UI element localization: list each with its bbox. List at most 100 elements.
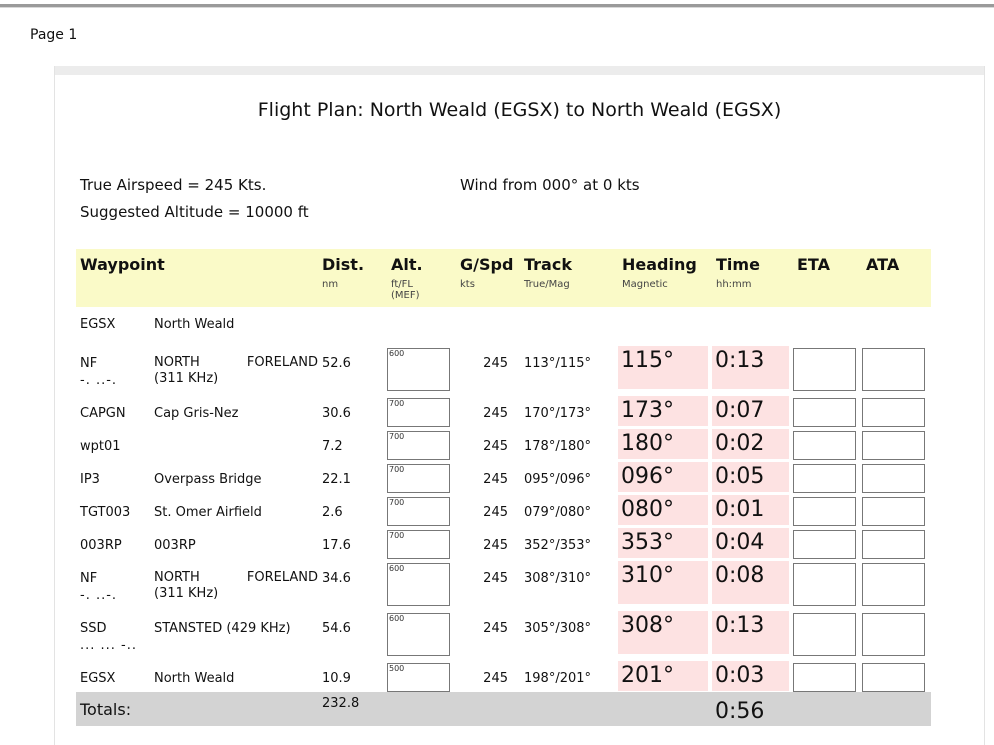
leg-distance: 2.6 <box>322 505 343 520</box>
ata-input[interactable] <box>862 663 925 692</box>
header-track-unit: True/Mag <box>524 279 570 290</box>
table-row: 003RP 003RP 17.6 700 245 352°/353° 353° … <box>76 528 931 561</box>
time-cell: 0:03 <box>712 661 789 691</box>
leg-distance: 10.9 <box>322 671 351 686</box>
ground-speed: 245 <box>483 439 508 454</box>
ata-input[interactable] <box>862 431 925 460</box>
ata-input[interactable] <box>862 464 925 493</box>
eta-input[interactable] <box>793 613 856 656</box>
mef-value: 600 <box>389 349 405 358</box>
header-track: Track <box>524 255 572 274</box>
eta-input[interactable] <box>793 431 856 460</box>
altitude-input[interactable]: 700 <box>387 497 450 526</box>
leg-distance: 17.6 <box>322 538 351 553</box>
waypoint-id: 003RP <box>80 538 122 553</box>
time-value: 0:02 <box>715 431 765 456</box>
start-row: EGSX North Weald <box>76 307 931 346</box>
heading-cell: 096° <box>618 462 708 492</box>
heading-value: 201° <box>621 663 674 688</box>
time-cell: 0:08 <box>712 561 789 604</box>
ground-speed: 245 <box>483 621 508 636</box>
time-value: 0:03 <box>715 663 765 688</box>
header-ata: ATA <box>866 255 900 274</box>
page-right-edge <box>984 66 985 745</box>
time-cell: 0:07 <box>712 396 789 426</box>
time-cell: 0:02 <box>712 429 789 459</box>
wind-info: Wind from 000° at 0 kts <box>460 176 640 194</box>
header-time: Time <box>716 255 760 274</box>
track-value: 113°/115° <box>524 356 592 371</box>
eta-input[interactable] <box>793 464 856 493</box>
mef-value: 600 <box>389 614 405 623</box>
header-gspd: G/Spd <box>460 255 514 274</box>
eta-input[interactable] <box>793 663 856 692</box>
heading-cell: 115° <box>618 346 708 389</box>
ata-input[interactable] <box>862 613 925 656</box>
waypoint-name: NORTH <box>154 570 200 585</box>
track-value: 095°/096° <box>524 472 592 487</box>
track-value: 308°/310° <box>524 571 592 586</box>
table-row: NF -. ..-. NORTH FORELAND (311 KHz) 52.6 60… <box>76 346 931 396</box>
leg-distance: 54.6 <box>322 621 351 636</box>
header-dist-unit: nm <box>322 279 339 290</box>
altitude-input[interactable]: 500 <box>387 663 450 692</box>
heading-value: 308° <box>621 613 674 638</box>
altitude-input[interactable]: 700 <box>387 530 450 559</box>
eta-input[interactable] <box>793 497 856 526</box>
waypoint-name: STANSTED (429 KHz) <box>154 621 291 636</box>
header-eta: ETA <box>797 255 830 274</box>
mef-value: 700 <box>389 531 405 540</box>
waypoint-frequency: (311 KHz) <box>154 586 219 601</box>
waypoint-name: North Weald <box>154 671 235 686</box>
track-value: 305°/308° <box>524 621 592 636</box>
eta-input[interactable] <box>793 563 856 606</box>
ata-input[interactable] <box>862 348 925 391</box>
header-gspd-unit: kts <box>460 279 475 290</box>
eta-input[interactable] <box>793 348 856 391</box>
waypoint-name-part: FORELAND <box>246 355 318 370</box>
altitude-input[interactable]: 600 <box>387 348 450 391</box>
altitude-input[interactable]: 700 <box>387 464 450 493</box>
time-cell: 0:04 <box>712 528 789 558</box>
time-value: 0:01 <box>715 497 765 522</box>
altitude-input[interactable]: 600 <box>387 563 450 606</box>
ground-speed: 245 <box>483 538 508 553</box>
eta-input[interactable] <box>793 530 856 559</box>
heading-cell: 308° <box>618 611 708 654</box>
ata-input[interactable] <box>862 497 925 526</box>
heading-cell: 173° <box>618 396 708 426</box>
ground-speed: 245 <box>483 571 508 586</box>
header-heading: Heading <box>622 255 697 274</box>
altitude-input[interactable]: 700 <box>387 398 450 427</box>
altitude-input[interactable]: 600 <box>387 613 450 656</box>
ata-input[interactable] <box>862 563 925 606</box>
waypoint-name: North Weald <box>154 317 235 332</box>
leg-distance: 30.6 <box>322 406 351 421</box>
ata-input[interactable] <box>862 530 925 559</box>
waypoint-name: Overpass Bridge <box>154 472 262 487</box>
totals-row: Totals: 232.8 0:56 <box>76 692 931 726</box>
time-value: 0:13 <box>715 348 765 373</box>
heading-cell: 201° <box>618 661 708 691</box>
total-time: 0:56 <box>715 698 765 724</box>
table-row: wpt01 7.2 700 245 178°/180° 180° 0:02 <box>76 429 931 462</box>
suggested-altitude: Suggested Altitude = 10000 ft <box>80 203 309 221</box>
waypoint-id: wpt01 <box>80 439 121 454</box>
waypoint-frequency: (311 KHz) <box>154 371 219 386</box>
table-header-row: Waypoint Dist. nm Alt. ft/FL (MEF) G/Spd kt… <box>76 249 931 307</box>
flight-plan-title: Flight Plan: North Weald (EGSX) to North… <box>257 99 782 121</box>
page-left-edge <box>54 66 55 745</box>
waypoint-name: St. Omer Airfield <box>154 505 262 520</box>
altitude-input[interactable]: 700 <box>387 431 450 460</box>
table-row: SSD ... ... -.. STANSTED (429 KHz) 54.6 6… <box>76 611 931 661</box>
time-value: 0:04 <box>715 530 765 555</box>
ata-input[interactable] <box>862 398 925 427</box>
flight-plan-table: Waypoint Dist. nm Alt. ft/FL (MEF) G/Spd kt… <box>76 249 931 726</box>
table-row: EGSX North Weald 10.9 500 245 198°/201° … <box>76 661 931 692</box>
waypoint-id: EGSX <box>80 317 116 332</box>
ground-speed: 245 <box>483 671 508 686</box>
ground-speed: 245 <box>483 406 508 421</box>
waypoint-id: EGSX <box>80 671 116 686</box>
heading-value: 080° <box>621 497 674 522</box>
eta-input[interactable] <box>793 398 856 427</box>
